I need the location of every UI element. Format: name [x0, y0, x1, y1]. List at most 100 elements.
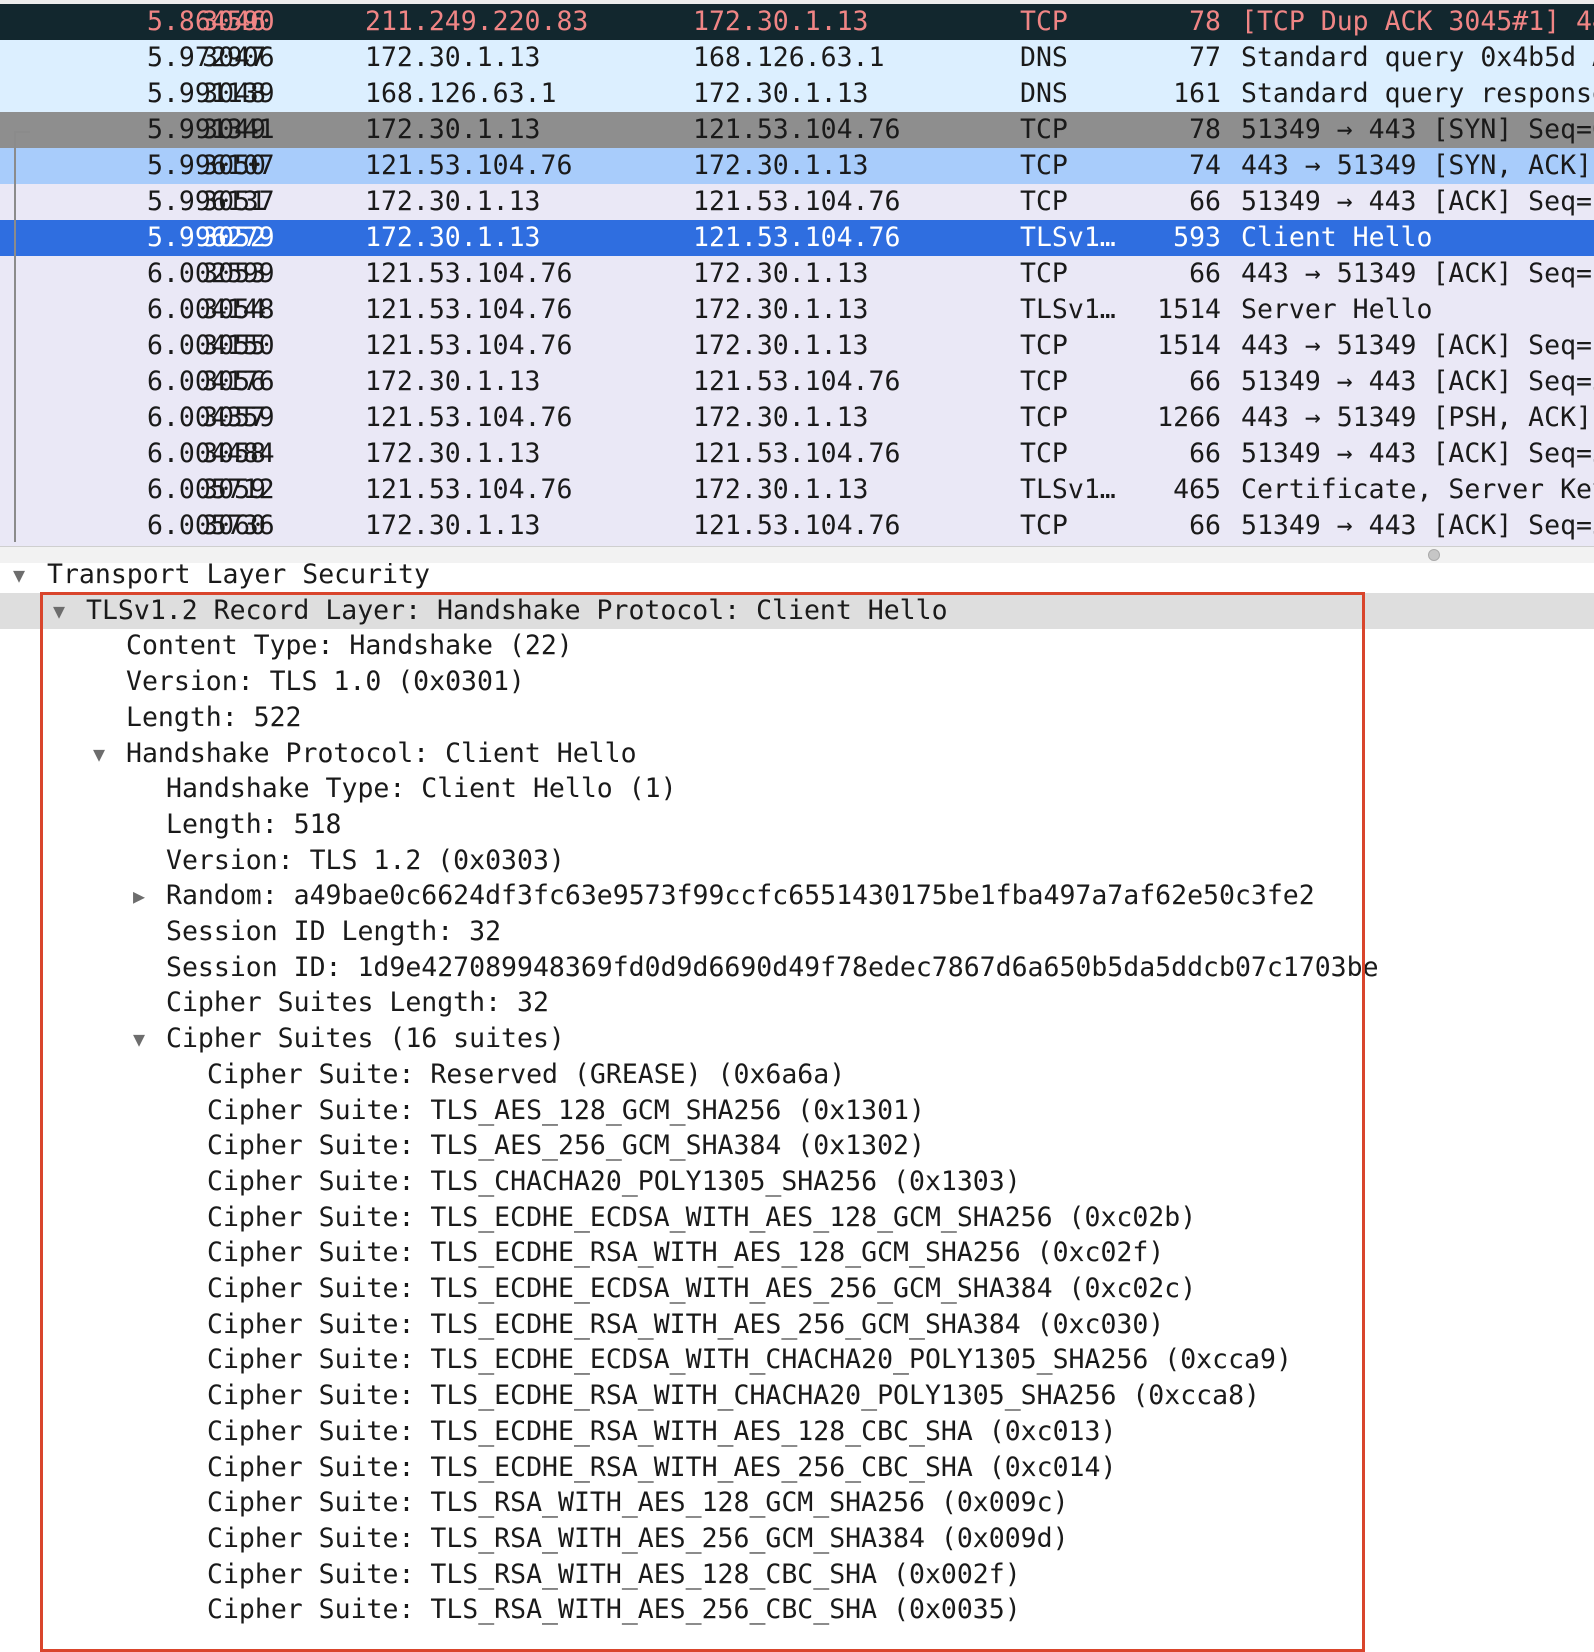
packet-len-cell: 593	[1173, 222, 1221, 253]
packet-info-cell: Server Hello	[1241, 294, 1433, 325]
packet-time-cell: 6.005712	[147, 474, 275, 505]
packet-proto-cell: TCP	[1020, 114, 1068, 145]
packet-info-cell: Certificate, Server Key	[1241, 474, 1594, 505]
packet-proto-cell: TLSv1…	[1020, 222, 1116, 253]
packet-info-cell: 51349 → 443 [ACK] Seq=5	[1241, 366, 1594, 397]
packet-info-cell: Client Hello	[1241, 222, 1433, 253]
packet-row[interactable]: 3049 5.991341 172.30.1.13 121.53.104.76 TCP 7…	[0, 112, 1594, 148]
packet-len-cell: 77	[1189, 42, 1221, 73]
packet-src-cell: 121.53.104.76	[365, 402, 573, 433]
packet-time-cell: 5.996279	[147, 222, 275, 253]
packet-dst-cell: 172.30.1.13	[693, 474, 869, 505]
packet-row[interactable]: 3053 6.002599 121.53.104.76 172.30.1.13 TCP 6…	[0, 256, 1594, 292]
packet-len-cell: 1266	[1157, 402, 1221, 433]
packet-list[interactable]: 3046 5.864590 211.249.220.83 172.30.1.13 TCP…	[0, 0, 1594, 548]
packet-src-cell: 172.30.1.13	[365, 186, 541, 217]
packet-row[interactable]: 3048 5.991139 168.126.63.1 172.30.1.13 DNS 16…	[0, 76, 1594, 112]
packet-dst-cell: 121.53.104.76	[693, 438, 901, 469]
detail-row-text: Transport Layer Security	[47, 563, 430, 590]
packet-row[interactable]: 3046 5.864590 211.249.220.83 172.30.1.13 TCP…	[0, 4, 1594, 40]
packet-info-cell: 51349 → 443 [ACK] Seq=1	[1241, 186, 1594, 217]
packet-row[interactable]: 3056 6.004176 172.30.1.13 121.53.104.76 TCP 6…	[0, 364, 1594, 400]
packet-len-cell: 66	[1189, 258, 1221, 289]
packet-proto-cell: TCP	[1020, 438, 1068, 469]
packet-src-cell: 168.126.63.1	[365, 78, 557, 109]
packet-row[interactable]: 3059 6.005712 121.53.104.76 172.30.1.13 TLSv…	[0, 472, 1594, 508]
packet-dst-cell: 121.53.104.76	[693, 186, 901, 217]
packet-src-cell: 172.30.1.13	[365, 438, 541, 469]
packet-len-cell: 66	[1189, 510, 1221, 541]
packet-row[interactable]: 3058 6.004484 172.30.1.13 121.53.104.76 TCP 6…	[0, 436, 1594, 472]
packet-time-cell: 5.991139	[147, 78, 275, 109]
packet-row[interactable]: 3057 6.004359 121.53.104.76 172.30.1.13 TCP 1…	[0, 400, 1594, 436]
detail-row[interactable]: ▼ Transport Layer Security	[0, 563, 1594, 593]
packet-proto-cell: DNS	[1020, 42, 1068, 73]
packet-dst-cell: 172.30.1.13	[693, 258, 869, 289]
packet-len-cell: 1514	[1157, 330, 1221, 361]
expand-triangle-down-icon[interactable]: ▼	[8, 563, 30, 593]
scroll-knob[interactable]	[1428, 549, 1440, 561]
related-packets-line	[14, 131, 16, 542]
packet-info-cell: [TCP Dup ACK 3045#1] 44	[1241, 6, 1594, 37]
packet-row[interactable]: 3051 5.996137 172.30.1.13 121.53.104.76 TCP 6…	[0, 184, 1594, 220]
packet-time-cell: 6.004148	[147, 294, 275, 325]
packet-info-cell: 443 → 51349 [ACK] Seq=1	[1241, 258, 1594, 289]
packet-dst-cell: 172.30.1.13	[693, 150, 869, 181]
packet-proto-cell: TCP	[1020, 6, 1068, 37]
packet-proto-cell: DNS	[1020, 78, 1068, 109]
packet-info-cell: 443 → 51349 [SYN, ACK]	[1241, 150, 1592, 181]
packet-info-cell: Standard query 0x4b5d A	[1241, 42, 1594, 73]
horizontal-scrollbar[interactable]	[0, 546, 1594, 564]
packet-src-cell: 211.249.220.83	[365, 6, 589, 37]
packet-src-cell: 172.30.1.13	[365, 114, 541, 145]
highlight-annotation-box	[40, 592, 1365, 1652]
packet-proto-cell: TCP	[1020, 510, 1068, 541]
packet-dst-cell: 172.30.1.13	[693, 294, 869, 325]
packet-src-cell: 172.30.1.13	[365, 510, 541, 541]
packet-info-cell: 51349 → 443 [ACK] Seq=5	[1241, 438, 1594, 469]
packet-time-cell: 6.002599	[147, 258, 275, 289]
packet-len-cell: 74	[1189, 150, 1221, 181]
packet-time-cell: 6.004484	[147, 438, 275, 469]
packet-len-cell: 66	[1189, 438, 1221, 469]
packet-proto-cell: TCP	[1020, 330, 1068, 361]
packet-len-cell: 78	[1189, 6, 1221, 37]
packet-src-cell: 172.30.1.13	[365, 42, 541, 73]
packet-row[interactable]: 3054 6.004148 121.53.104.76 172.30.1.13 TLSv…	[0, 292, 1594, 328]
packet-src-cell: 121.53.104.76	[365, 330, 573, 361]
packet-src-cell: 172.30.1.13	[365, 222, 541, 253]
packet-dst-cell: 121.53.104.76	[693, 222, 901, 253]
packet-proto-cell: TLSv1…	[1020, 474, 1116, 505]
packet-row[interactable]: 3050 5.996107 121.53.104.76 172.30.1.13 TCP 7…	[0, 148, 1594, 184]
packet-proto-cell: TCP	[1020, 402, 1068, 433]
packet-dst-cell: 172.30.1.13	[693, 6, 869, 37]
packet-time-cell: 5.972906	[147, 42, 275, 73]
packet-time-cell: 6.005736	[147, 510, 275, 541]
packet-len-cell: 78	[1189, 114, 1221, 145]
packet-row[interactable]: 3052 5.996279 172.30.1.13 121.53.104.76 TLSv…	[0, 220, 1594, 256]
packet-time-cell: 6.004359	[147, 402, 275, 433]
packet-dst-cell: 121.53.104.76	[693, 510, 901, 541]
packet-dst-cell: 168.126.63.1	[693, 42, 885, 73]
packet-src-cell: 121.53.104.76	[365, 150, 573, 181]
packet-row[interactable]: 3055 6.004150 121.53.104.76 172.30.1.13 TCP 1…	[0, 328, 1594, 364]
packet-info-cell: 51349 → 443 [SYN] Seq=0	[1241, 114, 1594, 145]
packet-time-cell: 5.996137	[147, 186, 275, 217]
packet-dst-cell: 121.53.104.76	[693, 114, 901, 145]
packet-len-cell: 1514	[1157, 294, 1221, 325]
packet-dst-cell: 172.30.1.13	[693, 402, 869, 433]
packet-src-cell: 121.53.104.76	[365, 258, 573, 289]
packet-time-cell: 6.004150	[147, 330, 275, 361]
packet-time-cell: 5.996107	[147, 150, 275, 181]
related-packets-start-tick	[14, 131, 30, 133]
packet-len-cell: 66	[1189, 186, 1221, 217]
packet-time-cell: 5.864590	[147, 6, 275, 37]
packet-dst-cell: 172.30.1.13	[693, 78, 869, 109]
packet-len-cell: 161	[1173, 78, 1221, 109]
packet-row[interactable]: 3047 5.972906 172.30.1.13 168.126.63.1 DNS 77…	[0, 40, 1594, 76]
packet-dst-cell: 172.30.1.13	[693, 330, 869, 361]
packet-time-cell: 5.991341	[147, 114, 275, 145]
packet-src-cell: 121.53.104.76	[365, 294, 573, 325]
packet-row[interactable]: 3060 6.005736 172.30.1.13 121.53.104.76 TCP 6…	[0, 508, 1594, 544]
packet-proto-cell: TCP	[1020, 186, 1068, 217]
